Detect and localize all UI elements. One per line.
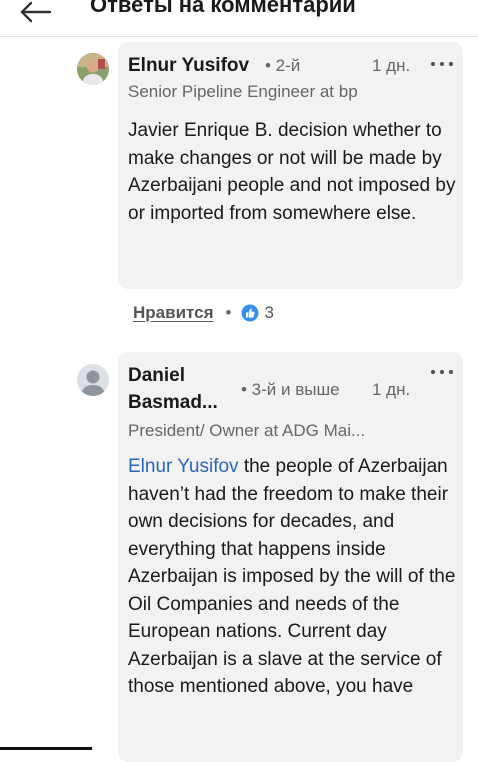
profile-photo-icon [77,53,109,85]
comment-body: Javier Enrique B. decision whether to ma… [128,120,456,224]
connection-degree: • 2-й [265,56,301,75]
page-title: Ответы на комментарий [90,0,356,17]
author-headline: President/ Owner at ADG Mai... [128,421,366,440]
avatar[interactable] [77,53,109,85]
comment-time: 1 дн. [372,380,411,399]
more-options-button[interactable] [429,366,455,380]
default-avatar-icon [77,364,109,396]
connection-degree: • 3-й и выше [241,380,340,399]
author-name-continued[interactable]: Basmad... [128,391,218,415]
more-options-button[interactable] [429,58,455,72]
mention-link[interactable]: Elnur Yusifov [128,456,239,477]
comment-bubble: Daniel Basmad... • 3-й и выше 1 дн. Pres… [118,352,463,762]
header-bar: Ответы на комментарий [0,0,478,37]
like-reaction-icon[interactable] [241,304,259,322]
comment-bubble: Elnur Yusifov • 2-й 1 дн. Senior Pipelin… [118,42,463,289]
ellipsis-icon [430,369,454,375]
comment-text: Elnur Yusifov the people of Azerbaijan h… [128,453,458,701]
comment-text: Javier Enrique B. decision whether to ma… [128,117,458,227]
comment-body: the people of Azerbaijan haven’t had the… [128,456,456,697]
ellipsis-icon [430,61,454,67]
action-separator: • [225,303,232,322]
author-name[interactable]: Elnur Yusifov [128,54,249,78]
author-name[interactable]: Daniel [128,364,185,388]
arrow-left-icon [20,1,52,23]
comment-actions: Нравится • 3 [133,300,274,326]
like-button[interactable]: Нравится [133,303,214,323]
reaction-count: 3 [264,303,274,322]
author-headline: Senior Pipeline Engineer at bp [128,82,358,101]
avatar[interactable] [77,364,109,396]
back-button[interactable] [18,0,54,30]
comment-time: 1 дн. [372,56,411,75]
